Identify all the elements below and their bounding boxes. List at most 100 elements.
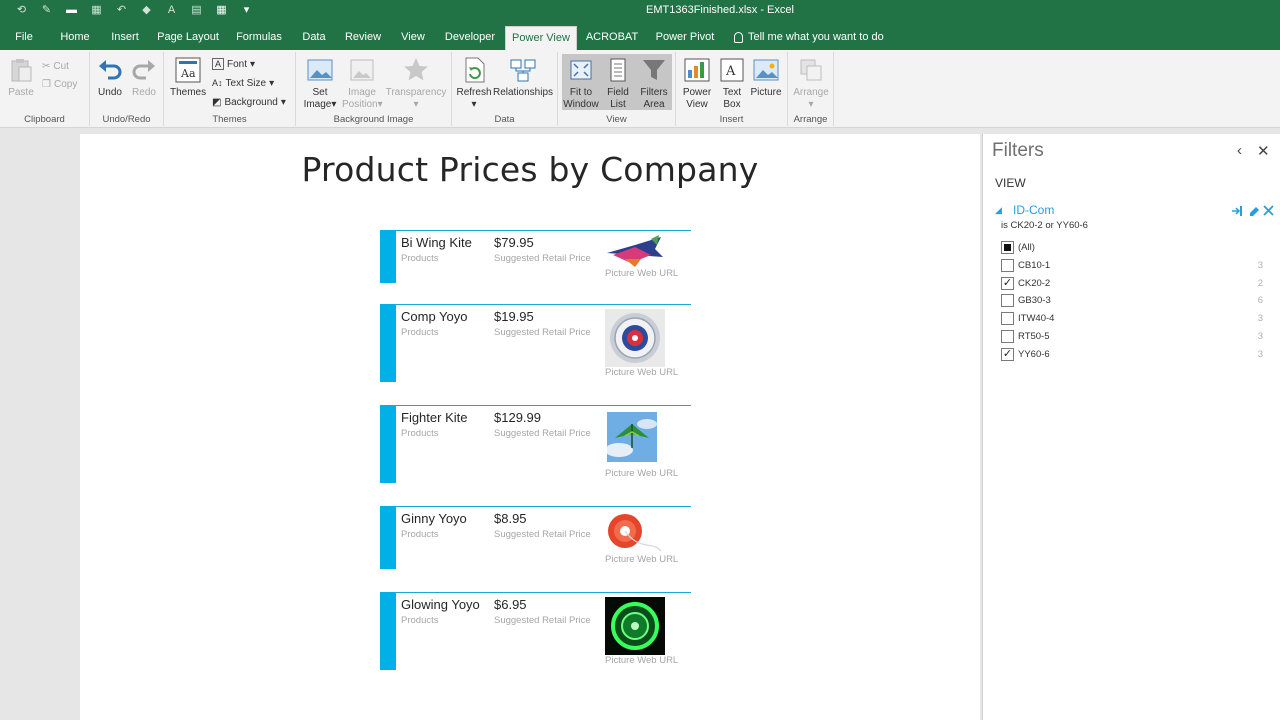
filter-description: is CK20-2 or YY60-6 — [1001, 220, 1088, 231]
product-card[interactable]: Fighter Kite Products $129.99 Suggested … — [380, 405, 691, 483]
product-name: Fighter Kite — [401, 410, 468, 425]
font-button[interactable]: A Font ▾ — [212, 56, 255, 72]
paste-button[interactable]: Paste — [6, 54, 36, 99]
arrange-button[interactable]: Arrange ▾ — [791, 54, 831, 111]
filter-option[interactable]: (All) — [1001, 241, 1265, 255]
tab-insert[interactable]: Insert — [104, 26, 146, 50]
filter-option[interactable]: CB10-1 3 — [1001, 258, 1265, 273]
arrange-icon — [800, 59, 822, 81]
filter-option-label: CK20-2 — [1018, 277, 1051, 289]
srp-label: Suggested Retail Price — [494, 253, 591, 264]
copy-icon: ❐ — [42, 78, 51, 90]
tab-formulas[interactable]: Formulas — [232, 26, 286, 50]
filter-option-count: 2 — [1257, 277, 1263, 289]
svg-text:Aa: Aa — [180, 67, 196, 80]
redo-button[interactable]: Redo — [128, 54, 160, 99]
picture-icon — [753, 59, 779, 81]
relationships-icon — [510, 59, 536, 82]
refresh-button[interactable]: Refresh ▾ — [456, 54, 492, 111]
ginny-yoyo-image[interactable] — [605, 511, 665, 557]
picture-url-label: Picture Web URL — [605, 367, 679, 378]
group-label: Arrange — [793, 114, 828, 125]
filter-option[interactable]: ✓ CK20-2 2 — [1001, 276, 1265, 291]
checked-checkbox[interactable]: ✓ — [1001, 347, 1014, 361]
transparency-button[interactable]: Transparency ▾ — [384, 54, 448, 111]
power-view-button[interactable]: Power View — [680, 54, 714, 111]
cut-button[interactable]: ✂ Cut — [42, 58, 69, 74]
unchecked-checkbox[interactable] — [1001, 330, 1014, 343]
filter-funnel-icon — [643, 60, 665, 80]
tab-acrobat[interactable]: ACROBAT — [584, 26, 640, 50]
card-accent-bar — [380, 405, 396, 483]
advanced-filter-mode-icon[interactable] — [1231, 205, 1243, 217]
product-card[interactable]: Comp Yoyo Products $19.95 Suggested Reta… — [380, 304, 691, 382]
product-card[interactable]: Glowing Yoyo Products $6.95 Suggested Re… — [380, 592, 691, 670]
filter-option-count: 3 — [1257, 331, 1263, 342]
themes-button[interactable]: Aa Themes — [170, 54, 206, 99]
text-box-button[interactable]: A Text Box — [716, 54, 748, 111]
refresh-icon — [465, 57, 485, 83]
text-box-icon: A — [720, 58, 744, 82]
tab-home[interactable]: Home — [54, 26, 96, 50]
report-title[interactable]: Product Prices by Company — [80, 150, 980, 189]
group-label: Data — [494, 114, 515, 125]
biwing-kite-image[interactable] — [605, 233, 665, 269]
filter-option[interactable]: GB30-3 6 — [1001, 294, 1265, 308]
collapse-triangle-icon[interactable]: ◢ — [995, 205, 1002, 216]
tab-developer[interactable]: Developer — [440, 26, 500, 50]
comp-yoyo-image[interactable] — [605, 309, 665, 367]
filter-option-label: (All) — [1018, 242, 1035, 253]
undo-button[interactable]: Undo — [94, 54, 126, 99]
clear-filter-eraser-icon[interactable] — [1248, 205, 1260, 217]
field-list-button[interactable]: Field List — [600, 54, 636, 110]
group-data: Refresh ▾ Relationships Data — [452, 52, 558, 126]
product-price: $8.95 — [494, 511, 527, 526]
close-icon[interactable]: ✕ — [1257, 142, 1270, 160]
tab-page-layout[interactable]: Page Layout — [154, 26, 222, 50]
filter-option-label: RT50-5 — [1018, 331, 1050, 342]
paste-icon — [11, 59, 32, 82]
unchecked-checkbox[interactable] — [1001, 258, 1014, 272]
collapse-pane-icon[interactable]: ‹ — [1237, 142, 1242, 159]
copy-button[interactable]: ❐ Copy — [42, 76, 77, 92]
tab-power-view[interactable]: Power View — [505, 26, 577, 50]
tab-view[interactable]: View — [394, 26, 432, 50]
group-insert: Power View A Text Box Picture Insert — [676, 52, 788, 126]
glowing-yoyo-image[interactable] — [605, 597, 665, 655]
unchecked-checkbox[interactable] — [1001, 294, 1014, 308]
tab-review[interactable]: Review — [340, 26, 386, 50]
filter-option[interactable]: ITW40-4 3 — [1001, 312, 1265, 326]
power-view-canvas[interactable]: Product Prices by Company Bi Wing Kite P… — [80, 134, 980, 720]
unchecked-checkbox[interactable] — [1001, 312, 1014, 326]
filter-option[interactable]: RT50-5 3 — [1001, 330, 1265, 344]
delete-filter-icon[interactable] — [1263, 205, 1274, 216]
background-button[interactable]: ◩ Background ▾ — [212, 94, 286, 110]
title-bar: ⟲ ✎ ▬ ▦ ↶ ◆ A ▤ ▦ ▾ EMT1363Finished.xlsx… — [0, 0, 1280, 22]
fit-to-window-button[interactable]: Fit to Window — [562, 54, 600, 110]
indeterminate-checkbox[interactable] — [1001, 241, 1014, 254]
filters-area-button[interactable]: Filters Area — [636, 54, 672, 110]
product-name: Glowing Yoyo — [401, 597, 480, 612]
product-card[interactable]: Bi Wing Kite Products $79.95 Suggested R… — [380, 230, 691, 283]
relationships-button[interactable]: Relationships — [492, 54, 554, 99]
text-size-button[interactable]: A↕ Text Size ▾ — [212, 75, 274, 91]
checked-checkbox[interactable]: ✓ — [1001, 276, 1014, 290]
tab-power-pivot[interactable]: Power Pivot — [652, 26, 718, 50]
fighter-kite-image[interactable] — [607, 412, 657, 462]
srp-label: Suggested Retail Price — [494, 529, 591, 540]
filter-option[interactable]: ✓ YY60-6 3 — [1001, 347, 1265, 362]
picture-button[interactable]: Picture — [748, 54, 784, 99]
product-card[interactable]: Ginny Yoyo Products $8.95 Suggested Reta… — [380, 506, 691, 569]
font-icon: A — [212, 58, 225, 70]
product-price: $19.95 — [494, 309, 534, 324]
tab-data[interactable]: Data — [296, 26, 332, 50]
srp-label: Suggested Retail Price — [494, 615, 591, 626]
image-position-button[interactable]: Image Position▾ — [342, 54, 383, 111]
set-image-button[interactable]: Set Image▾ — [300, 54, 340, 111]
filter-option-count: 6 — [1257, 295, 1263, 307]
filters-pane: Filters ‹ ✕ VIEW ◢ ID-Com is CK20-2 or Y… — [982, 134, 1280, 720]
filter-field-header[interactable]: ◢ ID-Com — [995, 203, 1274, 219]
tell-me-box[interactable]: Tell me what you want to do — [734, 26, 884, 48]
ribbon: Paste ✂ Cut ❐ Copy Clipboard Undo Redo Und… — [0, 50, 1280, 128]
tab-file[interactable]: File — [8, 26, 40, 50]
